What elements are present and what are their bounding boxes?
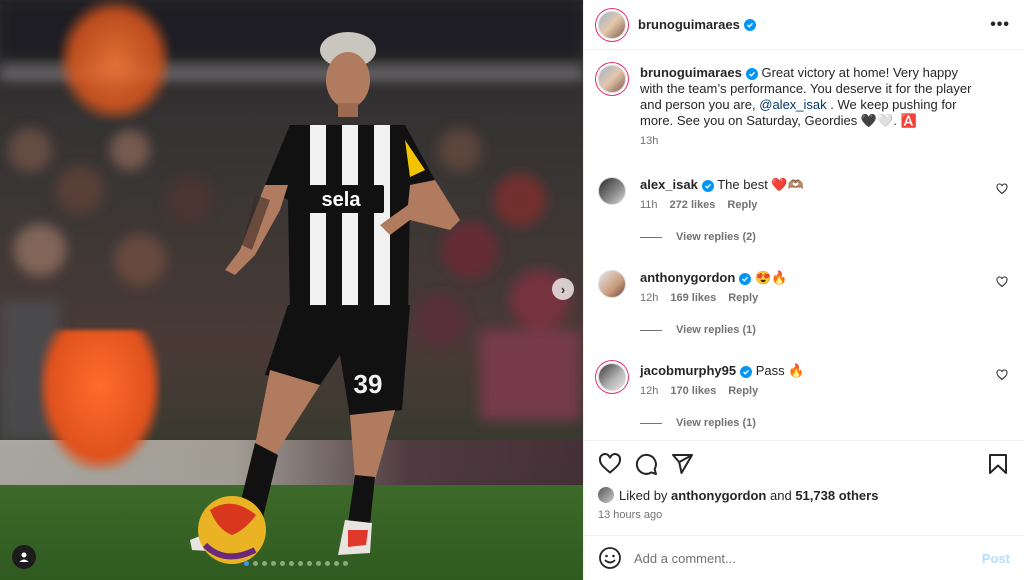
shirt-sponsor-text: sela: [322, 189, 362, 211]
comment-text: anthonygordon 😍🔥: [640, 270, 1010, 286]
carousel-dot: [244, 561, 249, 566]
post-comment-button[interactable]: Post: [982, 551, 1010, 566]
comment-body: The best ❤️🫶🏽: [717, 177, 804, 192]
blurred-steward-foreground: [40, 330, 160, 470]
carousel-next-button[interactable]: ›: [552, 278, 574, 300]
action-bar: [598, 441, 1010, 487]
chevron-right-icon: ›: [560, 281, 566, 297]
verified-badge-icon: [739, 273, 752, 285]
comment-reply-button[interactable]: Reply: [728, 292, 758, 304]
caption-meta: 13h: [640, 135, 980, 147]
comment-meta: 11h 272 likes Reply: [640, 199, 1010, 211]
comment-time[interactable]: 11h: [640, 199, 658, 211]
like-comment-heart-icon[interactable]: [996, 183, 1008, 195]
carousel-dot: [334, 561, 339, 566]
caption-mention-link[interactable]: @alex_isak: [759, 97, 826, 112]
post-timestamp[interactable]: 13 hours ago: [598, 509, 1010, 521]
commenter-avatar[interactable]: [598, 177, 626, 205]
post-actions-area: Liked by anthonygordon and 51,738 others…: [584, 440, 1024, 521]
liker-avatar[interactable]: [598, 487, 614, 503]
comment-username[interactable]: jacobmurphy95: [640, 363, 736, 378]
comment-username[interactable]: anthonygordon: [640, 270, 735, 285]
carousel-dot: [280, 561, 285, 566]
comment-text: alex_isak The best ❤️🫶🏽: [640, 177, 1010, 193]
post-header: brunoguimaraes •••: [584, 0, 1024, 50]
comment-meta: 12h 169 likes Reply: [640, 292, 1010, 304]
comment-body: Pass 🔥: [755, 363, 805, 378]
view-replies-label: View replies (1): [676, 417, 756, 429]
liked-by-user[interactable]: anthonygordon: [671, 488, 766, 503]
verified-badge-icon: [745, 68, 758, 80]
carousel-pagination: [244, 561, 348, 566]
caption-text: brunoguimaraes Great victory at home! Ve…: [640, 65, 980, 129]
carousel-dot: [253, 561, 258, 566]
view-replies-button[interactable]: View replies (1): [640, 417, 1010, 429]
instagram-post-dialog: sela 39 › brunoguimaraes ••• brunoguimar…: [0, 0, 1024, 580]
post-photo[interactable]: sela 39 ›: [0, 0, 583, 580]
post-caption: brunoguimaraes Great victory at home! Ve…: [598, 51, 1010, 147]
view-replies-label: View replies (1): [676, 324, 756, 336]
carousel-dot: [298, 561, 303, 566]
comments-list[interactable]: brunoguimaraes Great victory at home! Ve…: [584, 51, 1024, 440]
carousel-dot: [289, 561, 294, 566]
carousel-dot: [307, 561, 312, 566]
comment-item: alex_isak The best ❤️🫶🏽 11h 272 likes Re…: [598, 177, 1010, 211]
comment-username[interactable]: alex_isak: [640, 177, 698, 192]
bookmark-icon[interactable]: [986, 452, 1010, 476]
like-comment-heart-icon[interactable]: [996, 369, 1008, 381]
post-details-panel: brunoguimaraes ••• brunoguimaraes Great …: [583, 0, 1024, 580]
blurred-steward-background: [60, 0, 170, 120]
emoji-smiley-icon[interactable]: [598, 546, 622, 570]
tagged-users-button[interactable]: [12, 545, 36, 569]
comment-input[interactable]: [634, 550, 982, 566]
comment-likes[interactable]: 170 likes: [670, 385, 716, 397]
liked-by-summary: Liked by anthonygordon and 51,738 others: [598, 487, 1010, 503]
user-icon: [19, 552, 29, 562]
replies-divider: [640, 236, 662, 238]
comment-likes[interactable]: 272 likes: [670, 199, 716, 211]
comment-time[interactable]: 12h: [640, 385, 658, 397]
comment-reply-button[interactable]: Reply: [727, 199, 757, 211]
comment-item: anthonygordon 😍🔥 12h 169 likes Reply: [598, 270, 1010, 304]
comment-text: jacobmurphy95 Pass 🔥: [640, 363, 1010, 379]
footballer-illustration: sela 39: [190, 32, 460, 564]
verified-badge-icon: [740, 366, 753, 378]
replies-divider: [640, 422, 662, 424]
carousel-dot: [343, 561, 348, 566]
carousel-dot: [262, 561, 267, 566]
carousel-dot: [271, 561, 276, 566]
view-replies-label: View replies (2): [676, 231, 756, 243]
comment-body: 😍🔥: [754, 270, 788, 285]
commenter-avatar[interactable]: [598, 363, 626, 391]
carousel-dot: [316, 561, 321, 566]
add-comment-bar: Post: [584, 535, 1024, 580]
comment-bubble-icon[interactable]: [634, 452, 658, 476]
comment-item: jacobmurphy95 Pass 🔥 12h 170 likes Reply: [598, 363, 1010, 397]
verified-badge-icon: [743, 18, 756, 31]
comment-meta: 12h 170 likes Reply: [640, 385, 1010, 397]
comment-reply-button[interactable]: Reply: [728, 385, 758, 397]
likes-count[interactable]: 51,738 others: [795, 488, 878, 503]
shirt-number-text: 39: [354, 369, 383, 399]
view-replies-button[interactable]: View replies (1): [640, 324, 1010, 336]
liked-by-middle: and: [770, 487, 792, 503]
author-username[interactable]: brunoguimaraes: [638, 17, 740, 32]
verified-badge-icon: [701, 180, 714, 192]
like-comment-heart-icon[interactable]: [996, 276, 1008, 288]
author-avatar[interactable]: [598, 10, 626, 39]
caption-time[interactable]: 13h: [640, 135, 658, 147]
caption-username[interactable]: brunoguimaraes: [640, 65, 742, 80]
carousel-dot: [325, 561, 330, 566]
more-horizontal-icon[interactable]: •••: [990, 16, 1010, 34]
comment-time[interactable]: 12h: [640, 292, 658, 304]
like-heart-icon[interactable]: [598, 452, 622, 476]
caption-author-avatar[interactable]: [598, 65, 626, 93]
replies-divider: [640, 329, 662, 331]
commenter-avatar[interactable]: [598, 270, 626, 298]
liked-by-prefix: Liked by: [619, 487, 668, 503]
comment-likes[interactable]: 169 likes: [670, 292, 716, 304]
view-replies-button[interactable]: View replies (2): [640, 231, 1010, 243]
share-paper-plane-icon[interactable]: [670, 452, 694, 476]
